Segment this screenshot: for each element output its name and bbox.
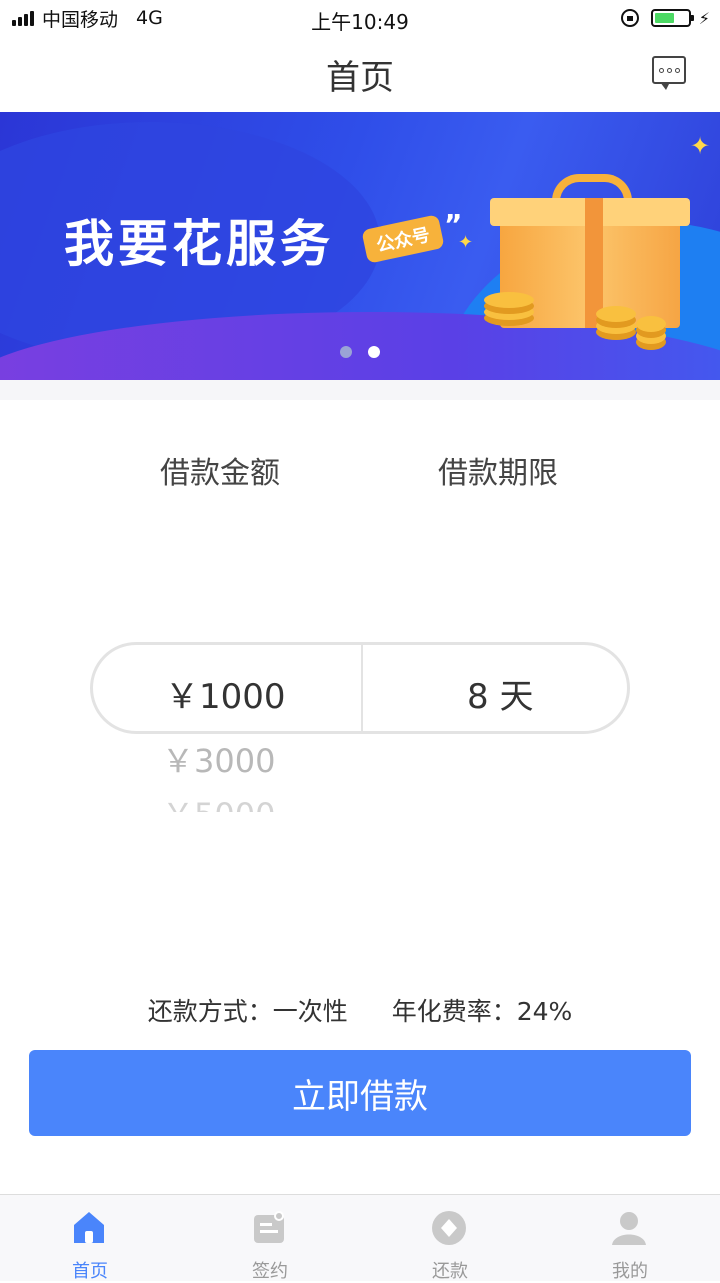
section-divider xyxy=(0,380,720,400)
battery-icon xyxy=(650,9,694,27)
status-right: ⚡ xyxy=(620,6,710,30)
term-label: 借款期限 xyxy=(438,456,558,491)
loan-picker[interactable]: ￥1000 8 天 xyxy=(90,642,630,734)
amount-label: 借款金额 xyxy=(160,456,280,491)
term-selected[interactable]: 8 天 xyxy=(467,669,533,718)
tab-label: 还款 xyxy=(432,1261,468,1282)
pager-dot-active[interactable] xyxy=(368,346,380,358)
amount-option[interactable]: ￥5000 xyxy=(162,790,275,812)
status-bar: 中国移动 4G 上午10:49 ⚡ xyxy=(0,0,720,36)
contract-icon xyxy=(254,1211,284,1243)
tab-label: 首页 xyxy=(72,1261,108,1282)
borrow-now-button[interactable]: 立即借款 xyxy=(29,1050,691,1136)
tab-label: 签约 xyxy=(252,1261,288,1282)
banner-pager xyxy=(0,346,720,358)
tab-label: 我的 xyxy=(612,1261,648,1282)
amount-selected[interactable]: ￥1000 xyxy=(165,669,286,718)
status-time: 上午10:49 xyxy=(311,10,409,34)
page-title: 首页 xyxy=(326,58,394,98)
coin-stack-icon xyxy=(484,292,534,308)
sparkle-icon: ✦ xyxy=(458,232,474,253)
coin-stack-icon xyxy=(636,316,666,332)
tab-home[interactable]: 首页 xyxy=(0,1195,180,1282)
promo-banner[interactable]: 我要花服务 公众号 ” ✦ ✦ xyxy=(0,112,720,380)
tab-repay[interactable]: 还款 xyxy=(360,1195,540,1282)
tab-contract[interactable]: 签约 xyxy=(180,1195,360,1282)
charging-icon: ⚡ xyxy=(698,8,710,28)
sparkle-icon: ✦ xyxy=(690,132,711,160)
nav-bar: 首页 xyxy=(0,36,720,112)
annual-rate: 年化费率：24% xyxy=(391,997,573,1026)
message-icon[interactable] xyxy=(652,56,686,90)
coin-stack-icon xyxy=(596,306,636,322)
picker-divider xyxy=(361,645,363,731)
tab-bar: 首页 签约 还款 我的 xyxy=(0,1194,720,1282)
repay-method: 还款方式：一次性 xyxy=(147,997,348,1026)
banner-headline: 我要花服务 xyxy=(64,215,334,273)
profile-icon xyxy=(612,1212,646,1245)
repay-icon xyxy=(432,1211,466,1245)
pager-dot[interactable] xyxy=(340,346,352,358)
rotation-lock-icon xyxy=(620,9,639,27)
tab-profile[interactable]: 我的 xyxy=(540,1195,720,1282)
loan-info: 还款方式：一次性 年化费率：24% xyxy=(0,992,720,1028)
home-icon xyxy=(74,1212,104,1243)
amount-option[interactable]: ￥3000 xyxy=(162,736,275,782)
